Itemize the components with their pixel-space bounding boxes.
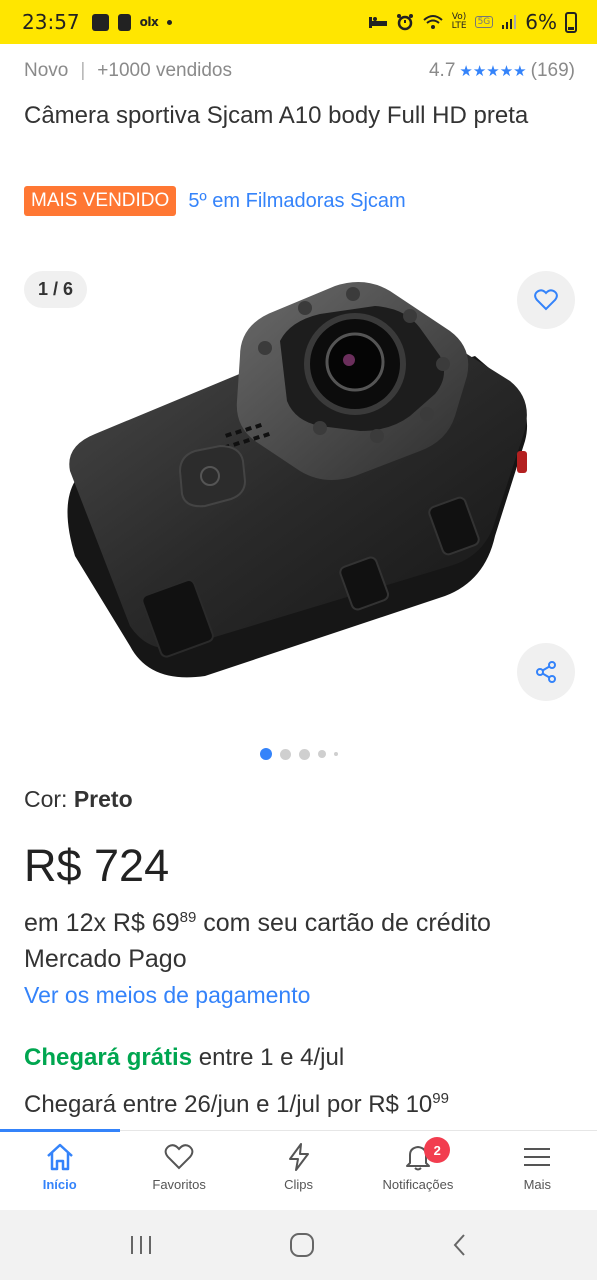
payment-methods-link[interactable]: Ver os meios de pagamento xyxy=(24,982,310,1009)
review-count: (169) xyxy=(530,60,575,81)
alarm-icon xyxy=(396,14,413,31)
status-bar: 23:57 olx Vo) LTE 5G 6% xyxy=(0,0,597,44)
paid-shipping-text: Chegará entre 26/jun e 1/jul por R$ 10 xyxy=(24,1091,433,1118)
pagination-dot[interactable] xyxy=(298,748,310,760)
wifi-icon xyxy=(422,15,443,29)
badge-row: MAIS VENDIDO 5º em Filmadoras Sjcam xyxy=(24,186,406,216)
nav-item-mais[interactable]: Mais xyxy=(478,1131,597,1210)
system-navigation-bar xyxy=(0,1210,597,1280)
home-button-icon[interactable] xyxy=(289,1232,315,1258)
5g-icon: 5G xyxy=(474,16,494,28)
condition-label: Novo xyxy=(24,60,69,81)
installments-amount: em 12x R$ 69 xyxy=(24,909,180,937)
nav-label-inicio: Início xyxy=(42,1177,77,1192)
battery-icon xyxy=(565,11,577,33)
notification-count-badge: 2 xyxy=(424,1137,451,1163)
nav-item-notificacoes[interactable]: 2 Notificações xyxy=(358,1131,477,1210)
pagination-dot[interactable] xyxy=(333,752,338,756)
heart-icon xyxy=(164,1144,194,1170)
product-image[interactable] xyxy=(55,266,535,686)
free-shipping-label: Chegará grátis xyxy=(24,1044,193,1071)
recent-apps-icon[interactable] xyxy=(128,1233,154,1257)
menu-icon xyxy=(524,1148,551,1166)
free-shipping-info: Chegará grátis entre 1 e 4/jul xyxy=(24,1044,344,1072)
sold-count: +1000 vendidos xyxy=(97,60,232,81)
product-meta: Novo | +1000 vendidos 4.7 ★★★★★ (169) xyxy=(24,60,575,82)
nav-item-favoritos[interactable]: Favoritos xyxy=(119,1131,238,1210)
nav-label-mais: Mais xyxy=(523,1177,552,1192)
pagination-dot[interactable] xyxy=(317,750,326,758)
share-button[interactable] xyxy=(517,643,575,701)
lightning-icon xyxy=(288,1143,309,1171)
pagination-dot[interactable] xyxy=(279,748,291,760)
meta-separator: | xyxy=(80,60,86,81)
status-time: 23:57 xyxy=(22,10,80,34)
rating-stars-icon: ★★★★★ xyxy=(459,63,527,80)
nav-label-favoritos: Favoritos xyxy=(152,1177,206,1192)
heart-icon xyxy=(534,289,558,311)
color-selection[interactable]: Cor: Preto xyxy=(24,786,133,813)
rating-summary[interactable]: 4.7 ★★★★★ (169) xyxy=(429,60,575,82)
nav-item-inicio[interactable]: Início xyxy=(0,1131,119,1210)
volte-icon: Vo) LTE xyxy=(451,12,467,31)
battery-percent: 6% xyxy=(525,10,557,34)
color-value: Preto xyxy=(73,786,133,812)
paid-shipping-cents: 99 xyxy=(432,1090,449,1107)
back-icon[interactable] xyxy=(450,1232,470,1258)
share-icon xyxy=(536,661,556,683)
favorite-button[interactable] xyxy=(517,271,575,329)
image-counter: 1 / 6 xyxy=(24,271,88,308)
product-price: R$ 724 xyxy=(24,840,170,891)
more-notifications-icon xyxy=(167,19,173,25)
product-title: Câmera sportiva Sjcam A10 body Full HD p… xyxy=(24,102,529,129)
signal-icon xyxy=(502,15,517,29)
gallery-notification-icon xyxy=(91,13,109,31)
rating-value: 4.7 xyxy=(428,60,456,81)
olx-notification-icon: olx xyxy=(139,15,159,29)
pagination-dot-active[interactable] xyxy=(259,748,272,760)
free-shipping-dates: entre 1 e 4/jul xyxy=(192,1044,345,1071)
nav-label-notificacoes: Notificações xyxy=(382,1177,454,1192)
alert-notification-icon xyxy=(117,13,131,31)
installments-cents: 89 xyxy=(179,909,197,926)
color-label: Cor: xyxy=(24,786,68,812)
category-ranking-link[interactable]: 5º em Filmadoras Sjcam xyxy=(188,190,405,213)
home-icon xyxy=(46,1143,73,1171)
gallery-pagination xyxy=(0,748,597,760)
paid-shipping-info: Chegará entre 26/jun e 1/jul por R$ 1099 xyxy=(24,1090,449,1119)
bottom-navigation: Início Favoritos Clips 2 Notificações Ma… xyxy=(0,1129,597,1210)
best-seller-badge: MAIS VENDIDO xyxy=(24,186,177,216)
installments-info: em 12x R$ 6989 com seu cartão de crédito… xyxy=(24,900,564,977)
sleep-mode-icon xyxy=(368,17,387,28)
nav-item-clips[interactable]: Clips xyxy=(239,1131,358,1210)
nav-label-clips: Clips xyxy=(284,1177,313,1192)
product-gallery[interactable]: 1 / 6 xyxy=(0,258,597,718)
